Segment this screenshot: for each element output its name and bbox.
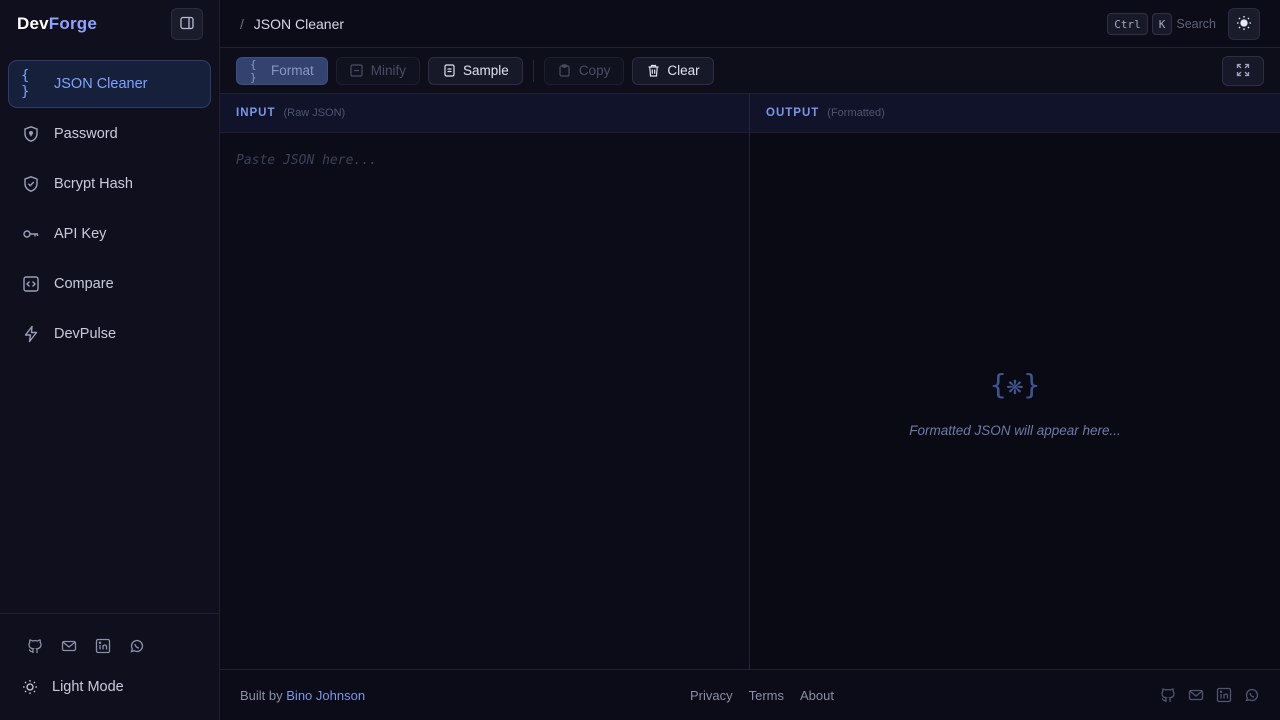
- shield-check-icon: [21, 174, 41, 194]
- footer-built-prefix: Built by: [240, 687, 283, 703]
- sun-icon: [21, 678, 39, 696]
- kbd-k[interactable]: K: [1151, 13, 1173, 35]
- code-compare-icon: [21, 274, 41, 294]
- footer-socials: [1159, 687, 1260, 704]
- sidebar-footer: Light Mode: [0, 613, 219, 720]
- minify-button[interactable]: Minify: [335, 56, 421, 85]
- toolbar: { } Format Minify Sample Copy Clear: [220, 48, 1280, 94]
- format-label: Format: [271, 63, 314, 78]
- sidebar-nav: { } JSON Cleaner Password Bcrypt Hash AP…: [0, 48, 219, 358]
- sample-label: Sample: [463, 63, 509, 78]
- mail-icon[interactable]: [1187, 687, 1204, 704]
- sidebar-item-label: JSON Cleaner: [54, 76, 148, 92]
- clear-label: Clear: [667, 63, 700, 78]
- file-icon: [442, 64, 456, 78]
- key-icon: [21, 224, 41, 244]
- github-icon[interactable]: [26, 637, 44, 655]
- whatsapp-icon[interactable]: [128, 637, 146, 655]
- logo-dev: Dev: [17, 14, 49, 33]
- footer-link-privacy[interactable]: Privacy: [690, 688, 733, 703]
- sidebar-item-label: Bcrypt Hash: [54, 176, 133, 192]
- sun-icon: [1236, 15, 1252, 34]
- sidebar-socials: [0, 637, 146, 655]
- mail-icon[interactable]: [60, 637, 78, 655]
- sidebar-item-label: Password: [54, 126, 118, 142]
- sidebar: DevForge { } JSON Cleaner Password Bcryp…: [0, 0, 220, 720]
- trash-icon: [646, 64, 660, 78]
- linkedin-icon[interactable]: [94, 637, 112, 655]
- light-mode-label: Light Mode: [52, 679, 124, 695]
- footer-link-about[interactable]: About: [800, 688, 834, 703]
- editor-panes: INPUT (Raw JSON) Paste JSON here... OUTP…: [220, 94, 1280, 669]
- format-button[interactable]: { } Format: [236, 56, 328, 85]
- braces-asterisk-icon: {❋}: [989, 368, 1041, 401]
- input-pane-subtitle: (Raw JSON): [283, 107, 346, 119]
- braces-icon: { }: [21, 68, 30, 100]
- json-input-textarea[interactable]: Paste JSON here...: [220, 133, 749, 669]
- logo-forge: Forge: [48, 14, 98, 33]
- light-mode-toggle[interactable]: Light Mode: [21, 678, 124, 696]
- breadcrumb-separator: /: [240, 15, 244, 32]
- main-area: / JSON Cleaner Ctrl K Search { } Format: [220, 0, 1280, 720]
- kbd-ctrl[interactable]: Ctrl: [1107, 13, 1148, 35]
- sidebar-collapse-button[interactable]: [171, 8, 203, 40]
- sidebar-item-bcrypt-hash[interactable]: Bcrypt Hash: [8, 160, 211, 208]
- footer-link-terms[interactable]: Terms: [749, 688, 784, 703]
- sidebar-item-json-cleaner[interactable]: { } JSON Cleaner: [8, 60, 211, 108]
- theme-toggle-button[interactable]: [1228, 8, 1260, 40]
- sidebar-item-password[interactable]: Password: [8, 110, 211, 158]
- app-root: DevForge { } JSON Cleaner Password Bcryp…: [0, 0, 1280, 720]
- sidebar-item-api-key[interactable]: API Key: [8, 210, 211, 258]
- copy-label: Copy: [578, 63, 611, 78]
- copy-button[interactable]: Copy: [543, 56, 625, 85]
- output-pane: OUTPUT (Formatted) {❋} Formatted JSON wi…: [750, 94, 1280, 669]
- minify-label: Minify: [370, 63, 407, 78]
- github-icon[interactable]: [1159, 687, 1176, 704]
- toolbar-divider: [532, 59, 534, 82]
- sidebar-item-label: DevPulse: [54, 326, 117, 342]
- sidebar-header: DevForge: [0, 0, 219, 48]
- output-pane-header: OUTPUT (Formatted): [750, 94, 1280, 133]
- output-pane-subtitle: (Formatted): [827, 107, 885, 119]
- linkedin-icon[interactable]: [1215, 687, 1232, 704]
- footer-links: Privacy Terms About: [690, 688, 834, 703]
- sidebar-item-devpulse[interactable]: DevPulse: [8, 310, 211, 358]
- shield-icon: [21, 124, 41, 144]
- clipboard-icon: [558, 64, 572, 78]
- panel-toggle-icon: [179, 15, 195, 34]
- topbar-actions: Ctrl K Search: [1107, 8, 1260, 40]
- sample-button[interactable]: Sample: [428, 56, 523, 85]
- braces-icon: { }: [250, 57, 257, 84]
- whatsapp-icon[interactable]: [1243, 687, 1260, 704]
- fullscreen-button[interactable]: [1222, 56, 1264, 86]
- sidebar-item-compare[interactable]: Compare: [8, 260, 211, 308]
- footer: Built by Bino Johnson Privacy Terms Abou…: [220, 669, 1280, 720]
- clear-button[interactable]: Clear: [632, 56, 714, 85]
- topbar: / JSON Cleaner Ctrl K Search: [220, 0, 1280, 48]
- output-pane-title: OUTPUT: [766, 107, 820, 119]
- expand-icon: [1236, 63, 1250, 80]
- output-empty-text: Formatted JSON will appear here...: [909, 423, 1121, 438]
- json-output-area: {❋} Formatted JSON will appear here...: [750, 133, 1280, 669]
- output-empty-state: {❋} Formatted JSON will appear here...: [750, 368, 1280, 438]
- logo[interactable]: DevForge: [17, 14, 97, 34]
- footer-author-link[interactable]: Bino Johnson: [286, 688, 365, 703]
- breadcrumb-current: JSON Cleaner: [253, 15, 345, 32]
- input-placeholder: Paste JSON here...: [236, 153, 377, 168]
- sidebar-item-label: API Key: [54, 226, 107, 242]
- input-pane-title: INPUT: [236, 107, 276, 119]
- input-pane: INPUT (Raw JSON) Paste JSON here...: [220, 94, 750, 669]
- lightning-icon: [21, 324, 41, 344]
- footer-credit: Built by Bino Johnson: [240, 688, 365, 703]
- search-trigger[interactable]: Search: [1176, 17, 1216, 31]
- input-pane-header: INPUT (Raw JSON): [220, 94, 749, 133]
- sidebar-item-label: Compare: [54, 276, 114, 292]
- minimize-icon: [350, 64, 364, 78]
- breadcrumb: / JSON Cleaner: [240, 16, 344, 32]
